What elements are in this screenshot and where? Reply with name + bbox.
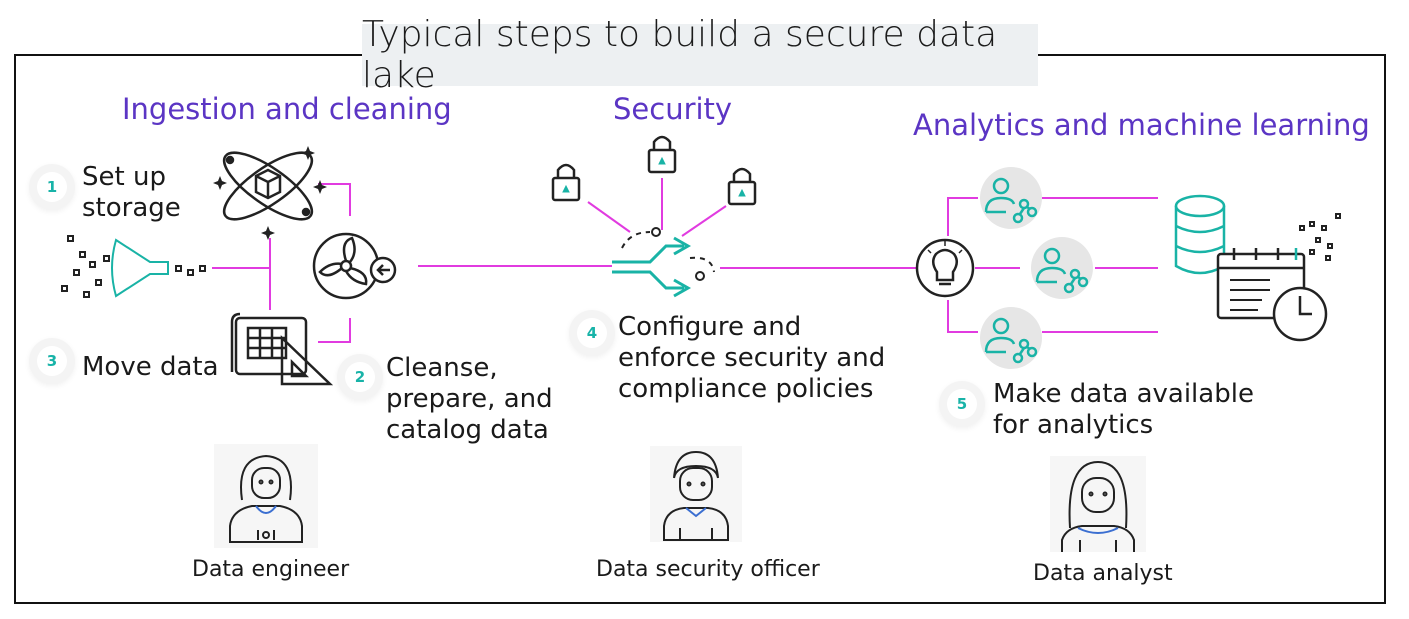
- lock-icon: [647, 135, 677, 174]
- step-4-text: Configure and enforce security and complia…: [618, 312, 886, 404]
- blueprint-icon: [230, 312, 334, 386]
- step-5-text: Make data available for analytics: [993, 379, 1254, 440]
- step-1-badge: 1: [37, 172, 67, 202]
- fan-icon: [312, 232, 397, 300]
- step-2-text: Cleanse, prepare, and catalog data: [386, 353, 553, 445]
- role-data-analyst: Data analyst: [1033, 561, 1173, 586]
- step-1-text: Set up storage: [82, 162, 181, 223]
- merge-arrows-icon: [612, 227, 715, 298]
- analyst-avatar-icon: [1050, 456, 1146, 552]
- user-network-icon: [980, 167, 1042, 229]
- atom-cube-icon: [213, 146, 327, 240]
- lock-icon: [551, 163, 581, 202]
- engineer-avatar-icon: [214, 444, 318, 548]
- step-4-badge: 4: [577, 318, 607, 348]
- diagram-graphics: [61, 135, 1341, 552]
- step-3-badge: 3: [37, 346, 67, 376]
- user-network-icon: [1031, 237, 1093, 299]
- funnel-icon: [61, 235, 206, 298]
- role-data-security-officer: Data security officer: [596, 557, 820, 582]
- step-3-text: Move data: [82, 352, 219, 382]
- security-officer-avatar-icon: [650, 446, 742, 542]
- calendar-clock-icon: [1216, 213, 1341, 342]
- user-network-icon: [980, 307, 1042, 369]
- step-5-badge: 5: [947, 389, 977, 419]
- lock-icon: [727, 167, 757, 206]
- step-2-badge: 2: [345, 362, 375, 392]
- role-data-engineer: Data engineer: [192, 557, 350, 582]
- lightbulb-icon: [915, 238, 975, 298]
